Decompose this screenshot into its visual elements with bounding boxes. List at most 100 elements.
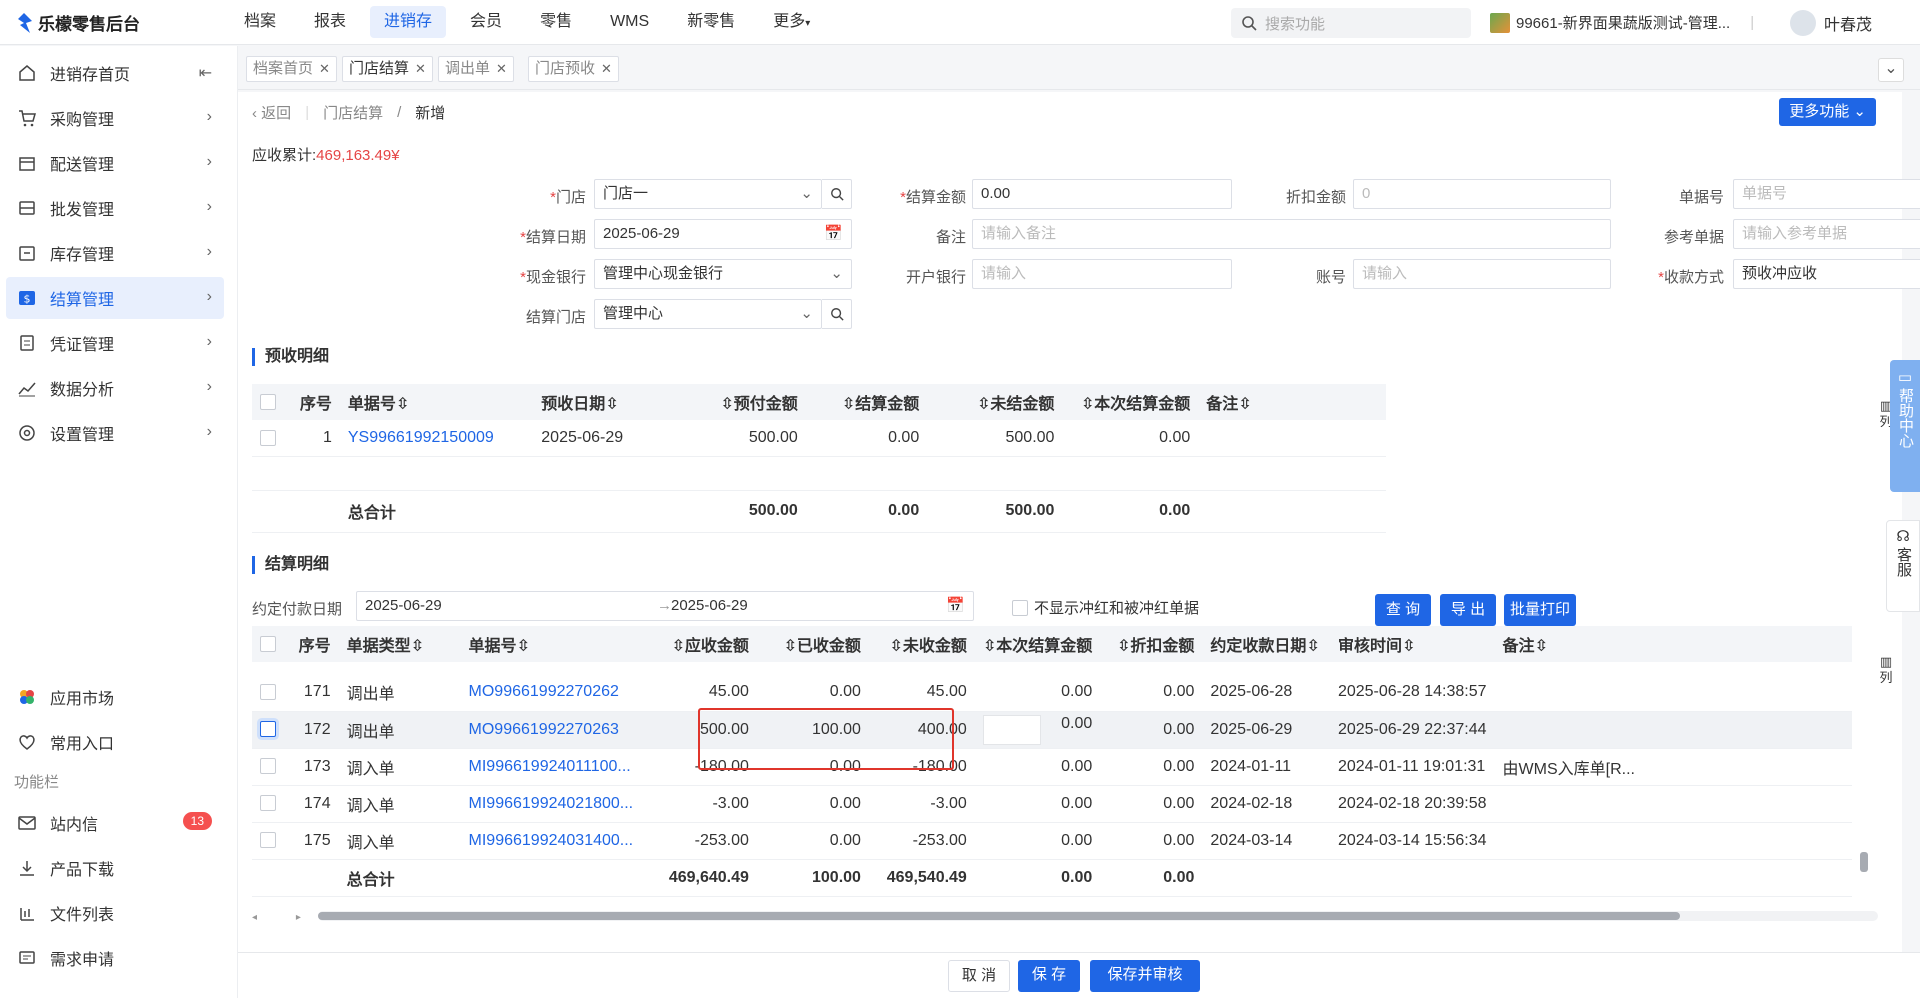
sidebar-item-files[interactable]: 文件列表 bbox=[6, 892, 224, 934]
col-header[interactable]: 预收日期⇳ bbox=[533, 384, 665, 420]
table-row[interactable]: 1 YS99661992150009 2025-06-29 500.00 0.0… bbox=[252, 420, 1386, 457]
doc-link[interactable]: MO99661992270263 bbox=[460, 711, 642, 749]
table-row[interactable]: 174 调入单 MI996619924021800... -3.00 0.00 … bbox=[252, 785, 1852, 823]
app-logo[interactable]: 乐檬零售后台 bbox=[16, 10, 140, 35]
discount-cell[interactable]: 0.00 bbox=[1100, 711, 1203, 749]
customer-service-button[interactable]: ☊ 客服 bbox=[1886, 520, 1920, 612]
pay-method-select[interactable]: 预收冲应收⌄ bbox=[1733, 259, 1920, 289]
col-header[interactable]: ⇳本次结算金额 bbox=[974, 626, 1101, 662]
checkbox[interactable] bbox=[1012, 599, 1028, 616]
user-menu[interactable]: 叶春茂 bbox=[1790, 10, 1872, 36]
col-header[interactable]: 备注⇳ bbox=[1198, 384, 1386, 420]
col-header[interactable]: 单据号⇳ bbox=[460, 626, 642, 662]
col-header[interactable]: ⇳预付金额 bbox=[664, 384, 806, 420]
col-header[interactable]: 单据号⇳ bbox=[339, 384, 534, 420]
tab-store-settlement[interactable]: 门店结算 ✕ bbox=[342, 56, 433, 82]
back-link[interactable]: ‹ 返回 bbox=[252, 102, 291, 123]
select-all-checkbox[interactable] bbox=[260, 635, 276, 652]
nav-item-members[interactable]: 会员 bbox=[456, 6, 516, 38]
collapse-sidebar-icon[interactable]: ⇤ bbox=[199, 63, 212, 83]
sidebar-item-download[interactable]: 产品下载 bbox=[6, 847, 224, 889]
sidebar-item-analytics[interactable]: 数据分析 › bbox=[6, 367, 224, 409]
due-date-range-picker[interactable]: 2025-06-29 → 2025-06-29 📅 bbox=[356, 591, 974, 621]
row-checkbox[interactable] bbox=[260, 795, 276, 812]
sidebar-item-settlement[interactable]: $ 结算管理 › bbox=[6, 277, 224, 319]
scroll-left-arrows[interactable]: ◂ ▸ bbox=[252, 912, 314, 923]
row-checkbox[interactable] bbox=[260, 721, 276, 738]
table-row[interactable]: 173 调入单 MI996619924011100... -180.00 0.0… bbox=[252, 748, 1852, 786]
row-checkbox[interactable] bbox=[260, 758, 276, 775]
query-button[interactable]: 查 询 bbox=[1375, 594, 1431, 626]
col-header[interactable]: ⇳未结金额 bbox=[927, 384, 1063, 420]
vertical-scrollbar-thumb[interactable] bbox=[1860, 852, 1868, 872]
search-input[interactable]: 搜索功能 bbox=[1231, 8, 1471, 38]
doc-link[interactable]: MI996619924011100... bbox=[460, 748, 642, 786]
table-row[interactable]: 175 调入单 MI996619924031400... -253.00 0.0… bbox=[252, 822, 1852, 860]
col-header[interactable]: ⇳结算金额 bbox=[805, 384, 928, 420]
horizontal-scrollbar[interactable] bbox=[318, 911, 1878, 921]
sidebar-item-distribution[interactable]: 配送管理 › bbox=[6, 142, 224, 184]
col-header[interactable]: 约定收款日期⇳ bbox=[1202, 626, 1330, 662]
col-header[interactable]: ⇳本次结算金额 bbox=[1062, 384, 1199, 420]
column-settings-button[interactable]: ▥ 列 bbox=[1878, 654, 1894, 686]
more-functions-button[interactable]: 更多功能 ⌄ bbox=[1779, 98, 1876, 126]
settle-store-search-button[interactable] bbox=[822, 299, 852, 329]
close-icon[interactable]: ✕ bbox=[496, 57, 507, 81]
nav-item-more[interactable]: 更多▾ bbox=[759, 6, 824, 38]
sidebar-item-favorites[interactable]: 常用入口 bbox=[6, 721, 224, 763]
doc-link[interactable]: MO99661992270262 bbox=[460, 674, 642, 712]
select-all-checkbox[interactable] bbox=[260, 393, 276, 410]
sidebar-item-wholesale[interactable]: 批发管理 › bbox=[6, 187, 224, 229]
col-header[interactable]: 单据类型⇳ bbox=[338, 626, 461, 662]
store-selector[interactable]: 99661-新界面果蔬版测试-管理... | bbox=[1490, 12, 1754, 33]
nav-item-inventory[interactable]: 进销存 bbox=[370, 6, 447, 38]
row-checkbox[interactable] bbox=[260, 429, 276, 446]
tabs-dropdown-button[interactable]: ⌄ bbox=[1878, 58, 1904, 82]
ref-doc-input[interactable]: 请输入参考单据 bbox=[1733, 219, 1920, 249]
doc-link[interactable]: MI996619924021800... bbox=[460, 785, 642, 823]
nav-item-reports[interactable]: 报表 bbox=[300, 6, 360, 38]
doc-link[interactable]: YS99661992150009 bbox=[339, 420, 534, 457]
breadcrumb-parent[interactable]: 门店结算 bbox=[323, 102, 383, 123]
sidebar-item-messages[interactable]: 站内信 13 bbox=[6, 802, 224, 844]
col-header[interactable]: ⇳未收金额 bbox=[868, 626, 975, 662]
col-header[interactable]: ⇳应收金额 bbox=[641, 626, 757, 662]
doc-no-input[interactable]: 单据号 bbox=[1733, 179, 1920, 209]
sidebar-item-requests[interactable]: 需求申请 bbox=[6, 937, 224, 979]
sidebar-item-inventory-home[interactable]: 进销存首页 ⇤ bbox=[6, 52, 224, 94]
close-icon[interactable]: ✕ bbox=[415, 57, 426, 81]
current-settle-input[interactable] bbox=[982, 714, 1041, 745]
col-header[interactable]: 备注⇳ bbox=[1494, 626, 1852, 662]
export-button[interactable]: 导 出 bbox=[1440, 594, 1496, 626]
cancel-button[interactable]: 取 消 bbox=[948, 960, 1010, 992]
col-header[interactable]: 审核时间⇳ bbox=[1329, 626, 1495, 662]
table-row[interactable]: 171 调出单 MO99661992270262 45.00 0.00 45.0… bbox=[252, 674, 1852, 712]
sidebar-item-stock[interactable]: 库存管理 › bbox=[6, 232, 224, 274]
sidebar-item-voucher[interactable]: 凭证管理 › bbox=[6, 322, 224, 364]
col-header[interactable]: ⇳折扣金额 bbox=[1100, 626, 1203, 662]
nav-item-archive[interactable]: 档案 bbox=[230, 6, 290, 38]
tab-transfer-out[interactable]: 调出单 ✕ bbox=[438, 56, 514, 82]
row-checkbox[interactable] bbox=[260, 832, 276, 849]
help-center-button[interactable]: ▭ 帮助中心 bbox=[1890, 360, 1920, 492]
sidebar-item-settings[interactable]: 设置管理 › bbox=[6, 412, 224, 454]
scrollbar-thumb[interactable] bbox=[318, 912, 1680, 920]
sidebar-item-purchase[interactable]: 采购管理 › bbox=[6, 97, 224, 139]
save-button[interactable]: 保 存 bbox=[1018, 960, 1080, 992]
sidebar-item-app-market[interactable]: 应用市场 bbox=[6, 676, 224, 718]
batch-print-button[interactable]: 批量打印 bbox=[1504, 594, 1576, 626]
row-checkbox[interactable] bbox=[260, 684, 276, 701]
settle-store-select[interactable]: 管理中心 ⌄ bbox=[594, 299, 822, 329]
col-header[interactable]: ⇳已收金额 bbox=[756, 626, 869, 662]
nav-item-wms[interactable]: WMS bbox=[596, 6, 663, 38]
current-settle-cell[interactable]: 0.00 bbox=[974, 711, 1101, 749]
table-row-selected[interactable]: 172 调出单 MO99661992270263 500.00 100.00 4… bbox=[252, 711, 1852, 749]
tab-archive-home[interactable]: 档案首页 ✕ bbox=[246, 56, 337, 82]
close-icon[interactable]: ✕ bbox=[319, 57, 330, 81]
doc-link[interactable]: MI996619924031400... bbox=[460, 822, 642, 860]
nav-item-new-retail[interactable]: 新零售 bbox=[673, 6, 749, 38]
save-and-audit-button[interactable]: 保存并审核 bbox=[1090, 960, 1200, 992]
nav-item-retail[interactable]: 零售 bbox=[526, 6, 586, 38]
tab-store-prepay[interactable]: 门店预收 ✕ bbox=[528, 56, 619, 82]
hide-reversal-checkbox[interactable]: 不显示冲红和被冲红单据 bbox=[1012, 597, 1199, 618]
